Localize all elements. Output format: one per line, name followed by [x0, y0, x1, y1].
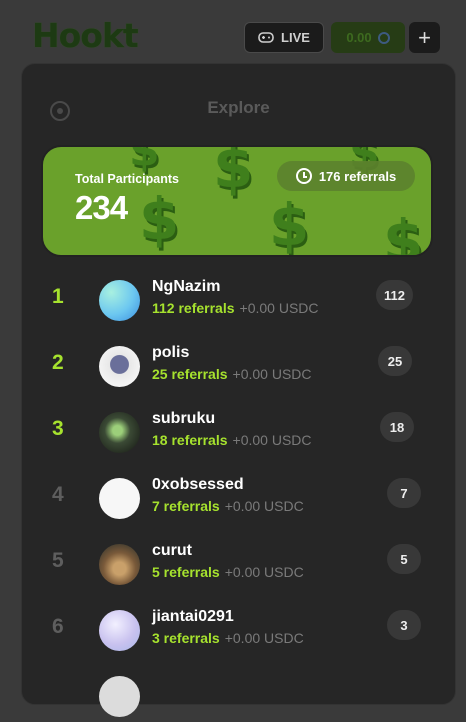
avatar [99, 676, 140, 717]
referral-count: 3 referrals [152, 630, 220, 646]
count-badge: 7 [387, 478, 421, 508]
referral-line: 112 referrals +0.00 USDC [152, 300, 319, 316]
count-badge: 25 [378, 346, 412, 376]
dollar-deco-icon: $ [383, 207, 424, 257]
rank-number: 2 [52, 351, 64, 374]
live-label: LIVE [281, 30, 310, 45]
referral-line: 3 referrals +0.00 USDC [152, 630, 304, 646]
gamepad-icon [258, 32, 274, 43]
rank-number: 1 [52, 285, 64, 308]
avatar [99, 346, 140, 387]
top-bar: Hookt LIVE 0.00 + [0, 0, 466, 62]
avatar [99, 478, 140, 519]
list-item[interactable]: 6 jiantai0291 3 referrals +0.00 USDC 3 [0, 606, 466, 656]
earned-amount: +0.00 USDC [239, 300, 319, 316]
referral-count: 5 referrals [152, 564, 220, 580]
referral-line: 5 referrals +0.00 USDC [152, 564, 304, 580]
avatar [99, 280, 140, 321]
earned-amount: +0.00 USDC [224, 564, 304, 580]
list-item[interactable]: 2 polis 25 referrals +0.00 USDC 25 [0, 342, 466, 392]
referral-count: 25 referrals [152, 366, 228, 382]
rank-number: 3 [52, 417, 64, 440]
list-item[interactable]: 3 subruku 18 referrals +0.00 USDC 18 [0, 408, 466, 458]
referral-count: 112 referrals [152, 300, 235, 316]
username: polis [152, 344, 190, 361]
earned-amount: +0.00 USDC [232, 366, 312, 382]
list-item[interactable]: 5 curut 5 referrals +0.00 USDC 5 [0, 540, 466, 590]
username: curut [152, 542, 192, 559]
add-funds-button[interactable]: + [409, 22, 440, 53]
referral-count: 18 referrals [152, 432, 228, 448]
participants-card: $ $ $ $ $ $ Total Participants 234 176 r… [41, 145, 433, 257]
referrals-pill: 176 referrals [277, 161, 415, 191]
count-badge: 112 [376, 280, 413, 310]
app-logo[interactable]: Hookt [32, 16, 139, 55]
earned-amount: +0.00 USDC [224, 630, 304, 646]
referrals-total: 176 referrals [318, 168, 397, 184]
dollar-deco-icon: $ [139, 185, 180, 253]
rank-number: 5 [52, 549, 64, 572]
list-item[interactable]: 4 0xobsessed 7 referrals +0.00 USDC 7 [0, 474, 466, 524]
referral-line: 25 referrals +0.00 USDC [152, 366, 312, 382]
count-badge: 5 [387, 544, 421, 574]
rank-number: 4 [52, 483, 64, 506]
balance-value: 0.00 [346, 30, 372, 45]
dollar-deco-icon: $ [269, 191, 310, 257]
rank-number: 6 [52, 615, 64, 638]
referral-line: 7 referrals +0.00 USDC [152, 498, 304, 514]
username: jiantai0291 [152, 608, 234, 625]
username: NgNazim [152, 278, 221, 295]
usdc-coin-icon [377, 31, 390, 44]
username: subruku [152, 410, 216, 427]
count-badge: 18 [380, 412, 414, 442]
avatar [99, 610, 140, 651]
earned-amount: +0.00 USDC [232, 432, 312, 448]
list-item[interactable]: 1 NgNazim 112 referrals +0.00 USDC 112 [0, 276, 466, 326]
balance-button[interactable]: 0.00 [331, 22, 405, 53]
dollar-deco-icon: $ [213, 145, 254, 201]
avatar [99, 544, 140, 585]
panel-title: Explore [207, 98, 270, 117]
total-participants-value: 234 [75, 189, 128, 226]
total-participants-label: Total Participants [75, 172, 179, 186]
earned-amount: +0.00 USDC [224, 498, 304, 514]
referral-count: 7 referrals [152, 498, 220, 514]
live-button[interactable]: LIVE [244, 22, 324, 53]
username: 0xobsessed [152, 476, 244, 493]
avatar [99, 412, 140, 453]
count-badge: 3 [387, 610, 421, 640]
referral-line: 18 referrals +0.00 USDC [152, 432, 312, 448]
clock-icon [295, 168, 312, 184]
